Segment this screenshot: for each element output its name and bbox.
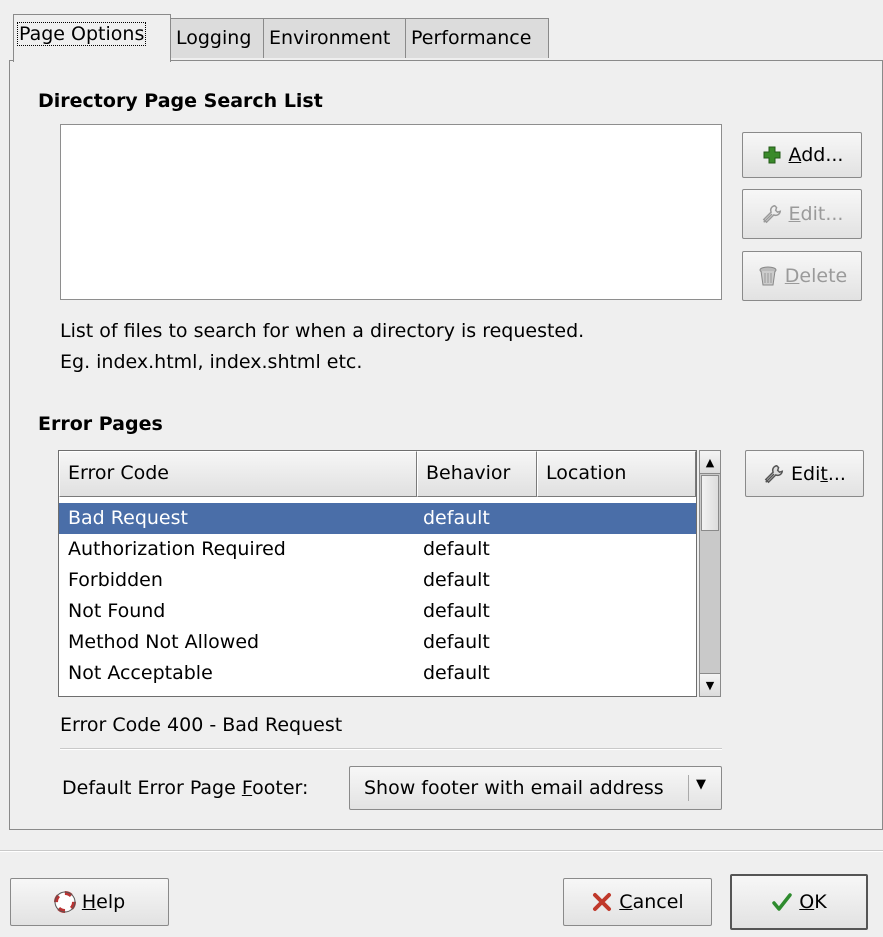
table-row[interactable]: Forbidden default xyxy=(59,565,696,596)
row-behavior: default xyxy=(423,569,490,591)
trash-icon xyxy=(757,265,779,287)
column-header-location[interactable]: Location xyxy=(537,451,696,497)
lifebuoy-icon xyxy=(53,891,76,913)
cancel-button[interactable]: Cancel xyxy=(563,878,712,926)
column-header-behavior[interactable]: Behavior xyxy=(417,451,537,497)
row-error-code: Forbidden xyxy=(68,569,163,591)
row-behavior: default xyxy=(423,662,490,684)
directory-section-title: Directory Page Search List xyxy=(38,90,323,112)
table-row[interactable]: Not Found default xyxy=(59,596,696,627)
row-error-code: Method Not Allowed xyxy=(68,631,260,653)
row-error-code: Authorization Required xyxy=(68,538,286,560)
delete-button[interactable]: Delete xyxy=(742,251,862,301)
row-error-code: Not Acceptable xyxy=(68,662,213,684)
row-error-code: Not Found xyxy=(68,600,166,622)
dropdown-separator xyxy=(688,775,689,801)
table-row[interactable]: Proxy Authentication Required default xyxy=(59,689,696,696)
help-label: Help xyxy=(81,891,126,913)
row-error-code: Proxy Authentication Required xyxy=(68,689,356,696)
footer-label: Default Error Page Footer: xyxy=(62,777,309,799)
row-behavior: default xyxy=(423,631,490,653)
error-pages-table[interactable]: Error Code Behavior Location Bad Request… xyxy=(58,450,697,697)
plus-icon xyxy=(761,144,783,166)
row-behavior: default xyxy=(423,538,490,560)
ok-button[interactable]: OK xyxy=(730,874,868,930)
table-row[interactable]: Bad Request default xyxy=(59,503,696,534)
cancel-label: Cancel xyxy=(619,891,684,913)
directory-help-line1: List of files to search for when a direc… xyxy=(60,320,585,342)
directory-help-line2: Eg. index.html, index.shtml etc. xyxy=(60,351,363,373)
error-status-text: Error Code 400 - Bad Request xyxy=(60,714,343,736)
chevron-down-icon: ▼ xyxy=(696,777,706,792)
x-icon xyxy=(591,891,613,913)
footer-dropdown-value: Show footer with email address xyxy=(364,777,664,799)
tab-label: Performance xyxy=(411,27,532,49)
tab-environment[interactable]: Environment xyxy=(263,18,406,58)
table-header: Error Code Behavior Location xyxy=(59,451,696,497)
error-pages-title: Error Pages xyxy=(38,413,163,435)
add-button[interactable]: Add... xyxy=(742,132,862,178)
row-error-code: Bad Request xyxy=(68,507,188,529)
tab-performance[interactable]: Performance xyxy=(405,18,549,58)
tab-logging[interactable]: Logging xyxy=(170,18,264,58)
edit-directory-button[interactable]: Edit... xyxy=(742,189,862,239)
column-header-error-code[interactable]: Error Code xyxy=(59,451,417,497)
table-row[interactable]: Method Not Allowed default xyxy=(59,627,696,658)
tab-label: Page Options xyxy=(16,22,147,46)
tab-label: Logging xyxy=(176,27,252,49)
dialog-divider xyxy=(0,850,883,852)
delete-label: Delete xyxy=(784,265,848,287)
ok-label: OK xyxy=(799,891,827,913)
edit-directory-label: Edit... xyxy=(788,203,844,225)
wrench-icon xyxy=(763,463,785,485)
help-button[interactable]: Help xyxy=(10,878,169,926)
wrench-icon xyxy=(761,203,783,225)
divider xyxy=(60,748,722,750)
scroll-down-icon[interactable]: ▼ xyxy=(700,673,720,696)
row-behavior: default xyxy=(423,689,490,696)
scroll-up-icon[interactable]: ▲ xyxy=(700,451,720,474)
scroll-thumb[interactable] xyxy=(701,475,719,531)
add-label: Add... xyxy=(788,144,844,166)
directory-search-list[interactable] xyxy=(60,124,722,300)
add-label-rest: dd... xyxy=(801,144,844,166)
table-scrollbar[interactable]: ▲ ▼ xyxy=(699,450,721,697)
table-row[interactable]: Authorization Required default xyxy=(59,534,696,565)
edit-error-page-label: Edit... xyxy=(791,462,846,485)
checkmark-icon xyxy=(771,891,793,913)
row-behavior: default xyxy=(423,600,490,622)
tab-label: Environment xyxy=(269,27,391,49)
footer-dropdown[interactable]: Show footer with email address ▼ xyxy=(349,766,722,810)
tab-page-options[interactable]: Page Options xyxy=(13,14,171,62)
row-behavior: default xyxy=(423,507,490,529)
table-row[interactable]: Not Acceptable default xyxy=(59,658,696,689)
edit-error-page-button[interactable]: Edit... xyxy=(745,450,864,497)
